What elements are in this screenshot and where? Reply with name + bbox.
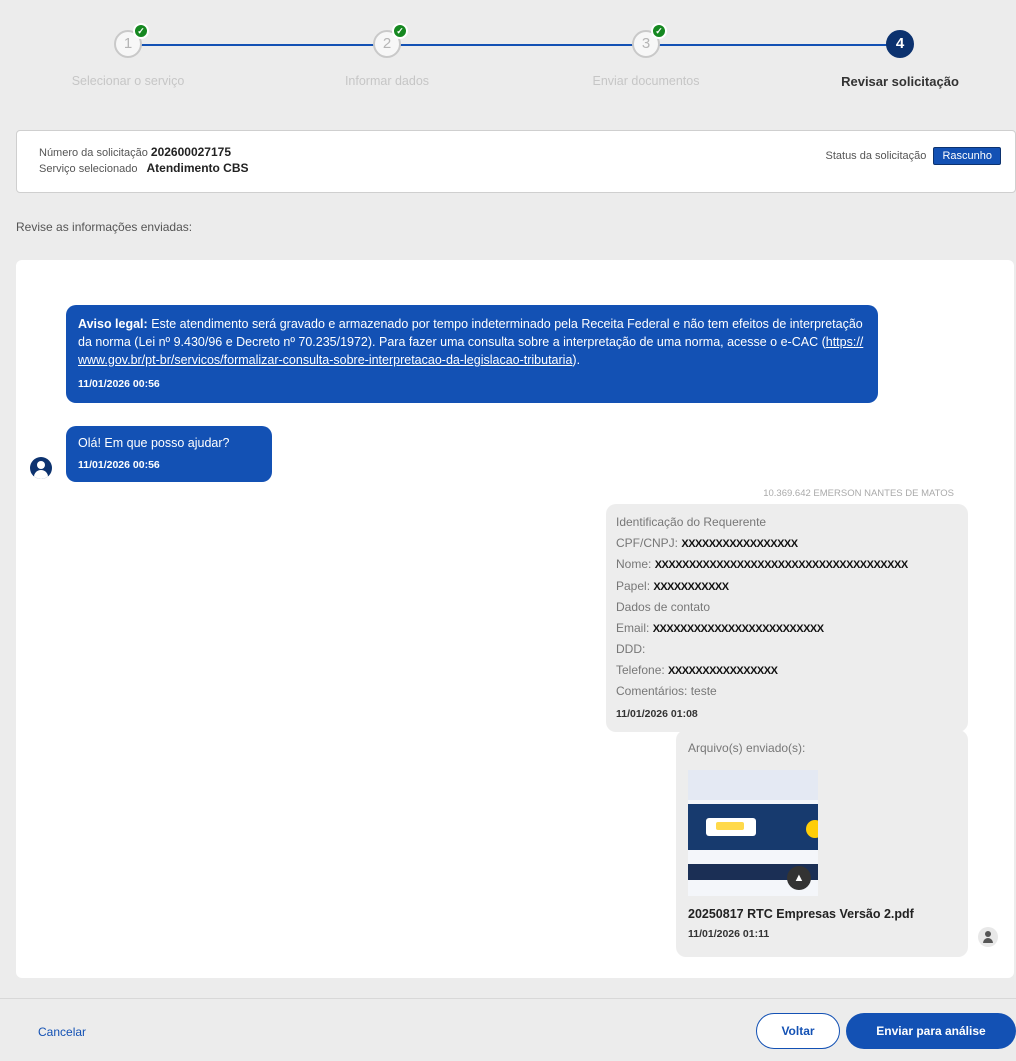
thumbnail-card [706,818,756,836]
thumbnail-logo [716,822,744,830]
check-icon: ✓ [392,23,408,39]
progress-stepper: 1 ✓ Selecionar o serviço 2 ✓ Informar da… [0,0,1016,122]
ddd-label: DDD: [616,642,646,656]
chat-panel: Aviso legal: Este atendimento será grava… [16,260,1014,978]
back-button[interactable]: Voltar [756,1013,840,1049]
cpf-row: CPF/CNPJ: XXXXXXXXXXXXXXXXX [616,533,958,555]
status-wrap: Status da solicitação Rascunho [825,147,1001,165]
legal-notice-body: Este atendimento será gravado e armazena… [78,317,863,349]
phone-value: XXXXXXXXXXXXXXXX [668,664,778,677]
files-title: Arquivo(s) enviado(s): [688,741,806,755]
step-label-active: Revisar solicitação [841,74,959,89]
step-3: 3 ✓ Enviar documentos [551,23,741,88]
service-label: Serviço selecionado [39,163,138,175]
phone-label: Telefone: [616,662,665,677]
legal-notice-tail: ). [572,353,581,367]
step-1-circle: 1 ✓ [114,23,149,58]
email-value: XXXXXXXXXXXXXXXXXXXXXXXXX [652,622,824,635]
message-timestamp: 11/01/2026 01:11 [688,928,770,940]
legal-notice-text: Aviso legal: Este atendimento será grava… [78,315,866,369]
email-label: Email: [616,620,650,635]
step-number: 4 [895,35,905,52]
step-2: 2 ✓ Informar dados [292,23,482,88]
cpf-value: XXXXXXXXXXXXXXXXX [681,537,798,550]
name-value: XXXXXXXXXXXXXXXXXXXXXXXXXXXXXXXXXXXXX [654,559,908,571]
step-number: 3 [641,35,651,52]
requester-title: Identificação do Requerente [616,515,767,529]
review-title: Revise as informações enviadas: [16,220,193,234]
step-3-circle: 3 ✓ [632,23,667,58]
name-label: Nome: [616,557,652,571]
status-badge: Rascunho [933,147,1001,165]
legal-notice-bubble: Aviso legal: Este atendimento será grava… [66,305,878,403]
drive-icon: ▲ [787,866,811,890]
name-row: Nome: XXXXXXXXXXXXXXXXXXXXXXXXXXXXXXXXXX… [616,554,958,576]
greeting-bubble: Olá! Em que posso ajudar? 11/01/2026 00:… [66,426,272,482]
step-label: Enviar documentos [592,74,700,88]
greeting-text: Olá! Em que posso ajudar? [78,436,230,450]
message-timestamp: 11/01/2026 01:08 [616,707,698,720]
step-1: 1 ✓ Selecionar o serviço [33,23,223,88]
request-number-value: 202600027175 [150,145,231,159]
status-label: Status da solicitação [825,150,927,162]
step-label: Informar dados [344,74,430,88]
step-4-circle: 4 [886,30,914,58]
ddd-row: DDD: [616,639,958,660]
requester-bubble: Identificação do Requerente CPF/CNPJ: XX… [606,504,968,732]
file-thumbnail[interactable]: ▲ [688,770,818,896]
message-timestamp: 11/01/2026 00:56 [78,459,160,471]
sender-name: 10.369.642 EMERSON NANTES DE MATOS [763,488,954,499]
step-connector [140,44,896,46]
check-icon: ✓ [651,23,667,39]
step-number: 1 [123,35,133,52]
step-4: 4 Revisar solicitação [805,30,995,89]
role-row: Papel: XXXXXXXXXXX [616,576,958,598]
step-label: Selecionar o serviço [71,74,185,88]
role-label: Papel: [616,578,651,593]
step-2-circle: 2 ✓ [373,23,408,58]
request-info-card: Número da solicitação 202600027175 Servi… [16,130,1016,193]
legal-notice-lead: Aviso legal: [78,317,148,331]
email-row: Email: XXXXXXXXXXXXXXXXXXXXXXXXX [616,618,958,640]
phone-row: Telefone: XXXXXXXXXXXXXXXX [616,660,958,682]
thumbnail-dot [806,820,818,838]
file-name[interactable]: 20250817 RTC Empresas Versão 2.pdf [688,906,956,922]
step-number: 2 [382,35,392,52]
contact-title: Dados de contato [616,600,711,614]
request-number-label: Número da solicitação [39,147,148,159]
files-bubble: Arquivo(s) enviado(s): ▲ 20250817 RTC Em… [676,730,968,957]
thumbnail-header [688,770,818,800]
comments: Comentários: teste [616,684,717,698]
cpf-label: CPF/CNPJ: [616,535,679,550]
user-icon [978,927,998,947]
message-timestamp: 11/01/2026 00:56 [78,378,160,390]
service-value: Atendimento CBS [146,161,249,175]
bot-avatar-icon [30,457,52,479]
role-value: XXXXXXXXXXX [653,580,729,593]
cancel-link[interactable]: Cancelar [38,1025,86,1039]
footer-bar: Cancelar Voltar Enviar para análise [0,998,1016,1061]
submit-button[interactable]: Enviar para análise [846,1013,1016,1049]
check-icon: ✓ [133,23,149,39]
